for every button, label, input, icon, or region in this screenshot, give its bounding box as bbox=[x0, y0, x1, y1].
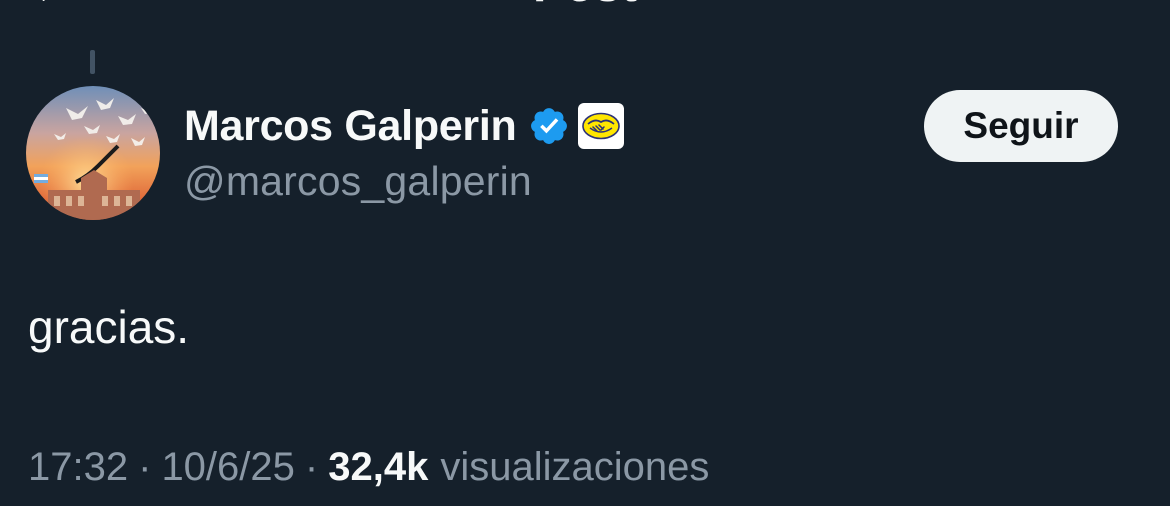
post-meta: 17:32 · 10/6/25 · 32,4k visualizaciones bbox=[28, 442, 709, 492]
post-text: gracias. bbox=[28, 301, 190, 353]
views-count: 32,4k bbox=[328, 444, 429, 489]
handshake-logo-icon bbox=[582, 112, 621, 140]
affiliate-logo-icon[interactable] bbox=[578, 103, 625, 149]
verified-badge-icon[interactable] bbox=[528, 105, 570, 147]
author-name-row: Marcos Galperin bbox=[184, 96, 625, 156]
author-display-name[interactable]: Marcos Galperin bbox=[184, 102, 517, 151]
post-date[interactable]: 10/6/25 bbox=[161, 445, 294, 490]
thread-connector-line bbox=[90, 50, 95, 74]
post-page: ← Post bbox=[0, 0, 1170, 506]
top-bar: ← Post bbox=[0, 0, 1170, 14]
follow-button[interactable]: Seguir bbox=[924, 90, 1118, 162]
views-label: visualizaciones bbox=[440, 444, 710, 489]
meta-separator: · bbox=[138, 444, 152, 489]
page-title: Post bbox=[0, 0, 1170, 10]
meta-separator: · bbox=[304, 444, 319, 489]
post-time[interactable]: 17:32 bbox=[28, 445, 128, 490]
author-handle[interactable]: @marcos_galperin bbox=[184, 158, 532, 205]
avatar[interactable] bbox=[26, 86, 160, 220]
avatar-image bbox=[26, 86, 160, 220]
